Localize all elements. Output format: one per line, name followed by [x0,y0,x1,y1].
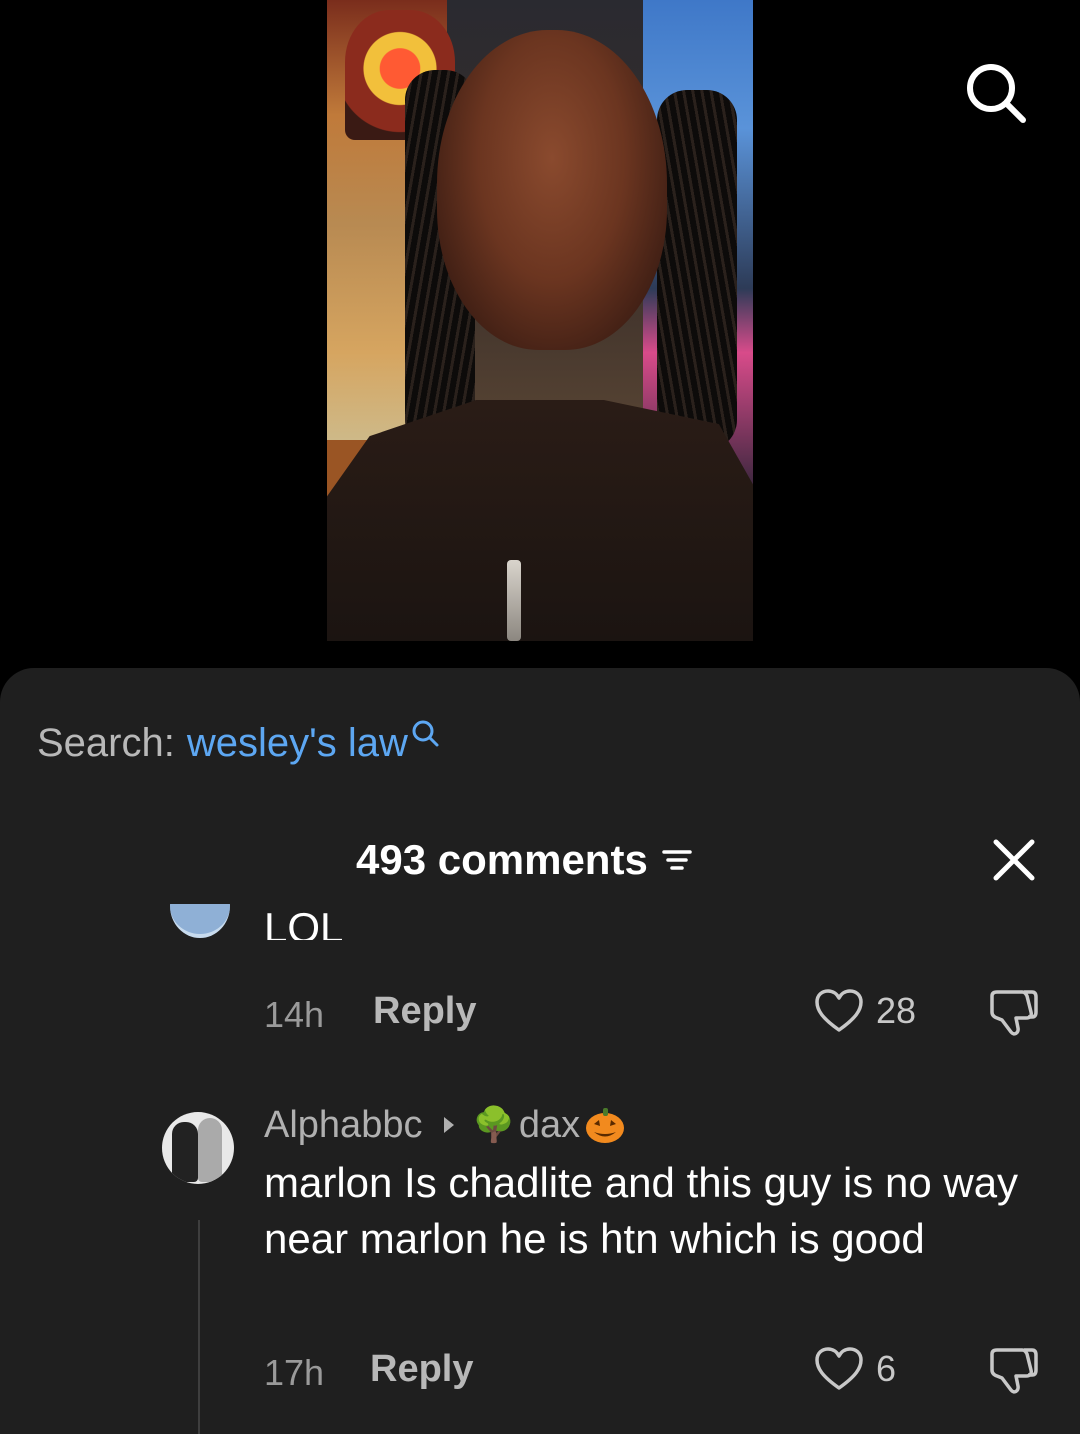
comment-actions: 14h Reply 28 [0,988,1080,1038]
comment-time: 14h [264,994,325,1035]
username[interactable]: Alphabbc [264,1104,422,1147]
avatar-figure [172,1122,198,1182]
dislike-icon [990,1348,1038,1394]
reply-button[interactable]: Reply [370,1348,473,1391]
comments-title[interactable]: 493 comments [356,836,692,884]
dislike-button[interactable] [986,1346,1040,1401]
pumpkin-icon [584,1105,626,1145]
like-button[interactable]: 28 [814,988,916,1034]
tree-emoji: 🌳 [472,1106,515,1144]
close-button[interactable] [988,834,1040,886]
video-player[interactable] [327,0,753,641]
heart-icon [815,1347,863,1390]
like-count: 28 [876,990,917,1031]
comment-actions: 17h Reply 6 [0,1346,1080,1396]
avatar[interactable] [170,904,230,940]
reply-button[interactable]: Reply [373,990,476,1033]
screen: Search: wesley's law 493 comments LOL 14… [0,0,1080,1434]
video-hair-right [657,90,737,450]
search-icon [412,720,439,747]
search-suggestion[interactable]: Search: wesley's law [37,718,440,768]
like-count: 6 [876,1348,897,1389]
comment-text: LOL [264,904,344,940]
video-zipper [507,560,521,641]
video-shirt [327,400,753,641]
avatar-figure-shadow [198,1118,222,1182]
comments-header: 493 comments [0,832,1080,892]
heart-icon [815,989,863,1032]
comments-count: 493 comments [356,836,648,883]
thread-line [198,1220,200,1434]
search-term-link[interactable]: wesley's law [187,721,408,766]
video-face [437,30,667,350]
close-icon [993,839,1035,881]
comment-time: 17h [264,1352,325,1393]
caret-right-icon [442,1115,456,1135]
dislike-button[interactable] [986,988,1040,1043]
reply-to-username[interactable]: dax [519,1104,580,1147]
comment-user-row: Alphabbc 🌳 dax [264,1100,626,1150]
search-icon [967,64,1026,123]
avatar[interactable] [162,1112,234,1184]
comments-sheet: Search: wesley's law 493 comments LOL 14… [0,668,1080,1434]
sort-icon[interactable] [662,845,692,875]
like-button[interactable]: 6 [814,1346,896,1392]
dislike-icon [990,990,1038,1036]
comment-text: marlon Is chadlite and this guy is no wa… [264,1159,1019,1262]
search-prefix: Search: [37,720,175,765]
top-search-button[interactable] [958,55,1034,131]
